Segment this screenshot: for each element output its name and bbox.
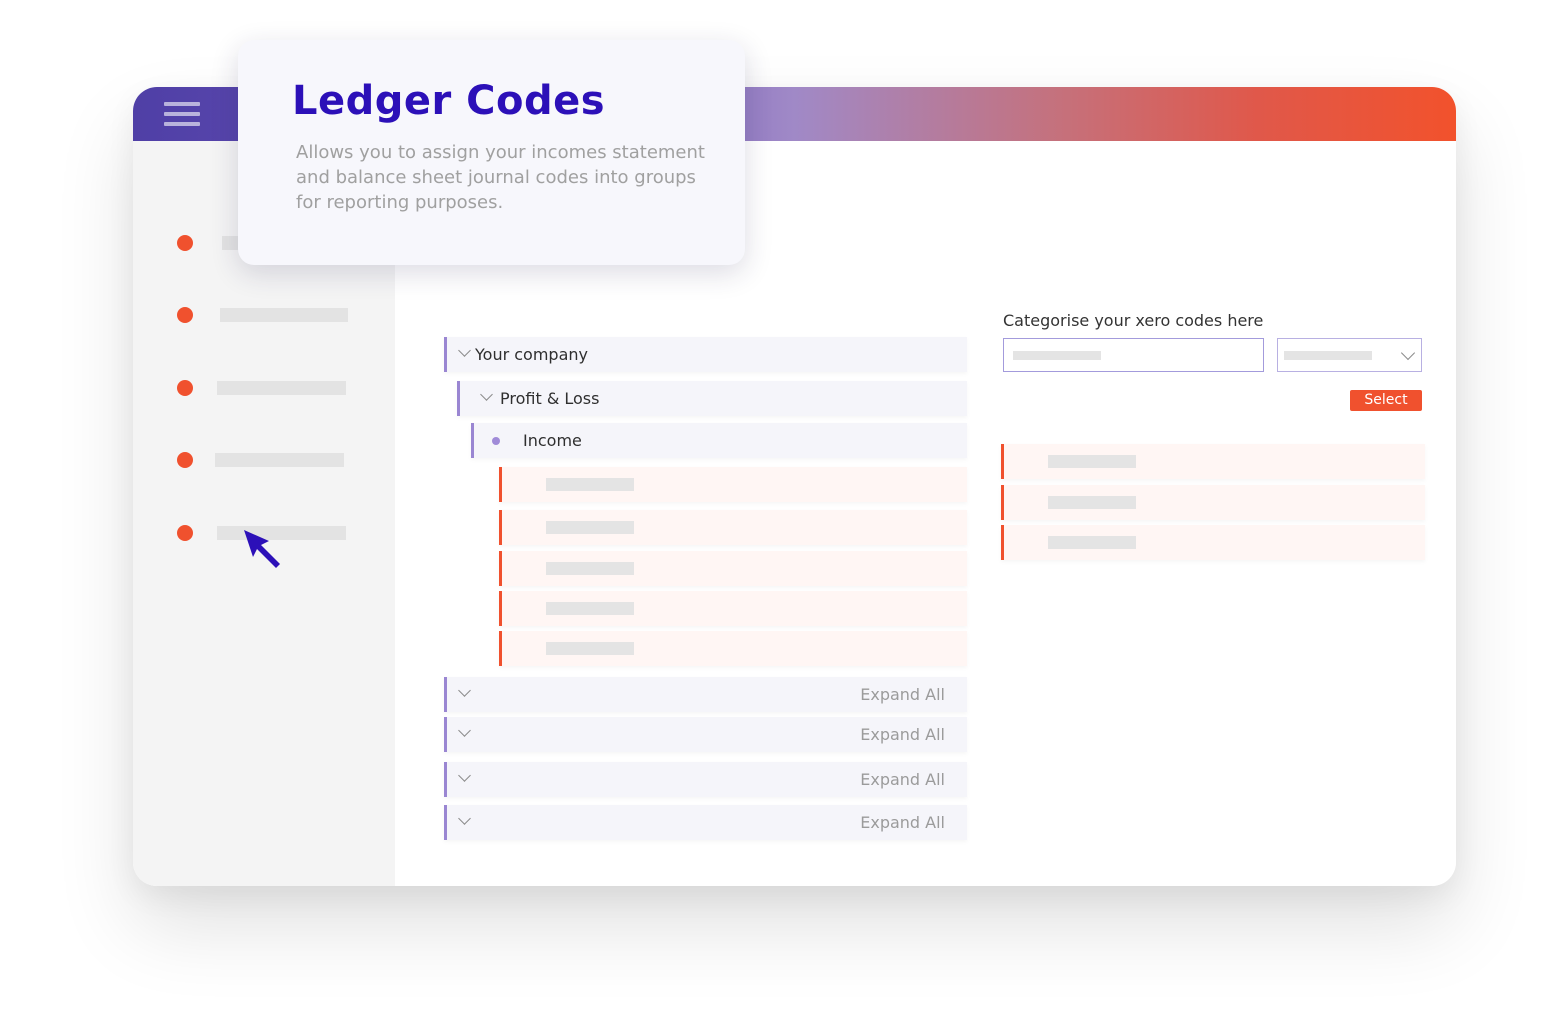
code-search-input[interactable] <box>1003 338 1264 372</box>
bullet-icon <box>492 437 500 445</box>
sidebar-item-placeholder <box>215 453 344 467</box>
code-placeholder <box>1048 455 1136 468</box>
ledger-codes-popover: Ledger Codes Allows you to assign your i… <box>238 40 745 265</box>
dropdown-placeholder <box>1284 351 1372 360</box>
chevron-down-icon[interactable] <box>458 724 471 737</box>
income-code-row[interactable] <box>499 591 967 626</box>
chevron-down-icon <box>1400 345 1416 361</box>
income-code-row[interactable] <box>499 551 967 586</box>
income-code-row[interactable] <box>499 510 967 545</box>
code-placeholder <box>546 521 634 534</box>
sidebar-item-2[interactable] <box>177 307 349 323</box>
code-placeholder <box>1048 536 1136 549</box>
chevron-down-icon[interactable] <box>480 388 493 401</box>
sidebar-item-4[interactable] <box>177 452 349 468</box>
tree-child-label: Profit & Loss <box>500 389 600 408</box>
income-code-row[interactable] <box>499 631 967 666</box>
select-button[interactable]: Select <box>1350 390 1422 411</box>
sidebar-item-3[interactable] <box>177 380 349 396</box>
chevron-down-icon[interactable] <box>458 684 471 697</box>
popover-description: Allows you to assign your incomes statem… <box>296 142 705 213</box>
sidebar-bullet-icon <box>177 380 193 396</box>
code-placeholder <box>546 642 634 655</box>
expand-all-link[interactable]: Expand All <box>860 813 945 832</box>
sidebar-bullet-icon <box>177 235 193 251</box>
selected-code-row[interactable] <box>1001 525 1425 560</box>
chevron-down-icon[interactable] <box>458 344 471 357</box>
selected-code-row[interactable] <box>1001 444 1425 479</box>
tree-leaf-label: Income <box>523 431 582 450</box>
code-placeholder <box>546 562 634 575</box>
sidebar-bullet-icon <box>177 307 193 323</box>
selected-code-row[interactable] <box>1001 485 1425 520</box>
mouse-pointer-icon <box>244 530 280 568</box>
code-placeholder <box>546 602 634 615</box>
tree-row-collapsed[interactable]: Expand All <box>444 677 967 712</box>
categorise-title: Categorise your xero codes here <box>1003 311 1264 330</box>
expand-all-link[interactable]: Expand All <box>860 685 945 704</box>
hamburger-menu-icon[interactable] <box>164 102 200 128</box>
category-dropdown[interactable] <box>1277 338 1422 372</box>
sidebar-item-placeholder <box>217 381 346 395</box>
chevron-down-icon[interactable] <box>458 769 471 782</box>
income-code-row[interactable] <box>499 467 967 502</box>
sidebar-bullet-icon <box>177 525 193 541</box>
sidebar-item-placeholder <box>220 308 348 322</box>
tree-row-your-company[interactable]: Your company <box>444 337 967 372</box>
code-placeholder <box>1048 496 1136 509</box>
tree-row-collapsed[interactable]: Expand All <box>444 717 967 752</box>
tree-row-collapsed[interactable]: Expand All <box>444 762 967 797</box>
tree-row-profit-loss[interactable]: Profit & Loss <box>457 381 967 416</box>
tree-row-collapsed[interactable]: Expand All <box>444 805 967 840</box>
expand-all-link[interactable]: Expand All <box>860 770 945 789</box>
expand-all-link[interactable]: Expand All <box>860 725 945 744</box>
tree-row-income[interactable]: Income <box>471 423 967 458</box>
input-placeholder <box>1013 351 1101 360</box>
popover-title: Ledger Codes <box>292 78 606 124</box>
sidebar-bullet-icon <box>177 452 193 468</box>
tree-root-label: Your company <box>475 345 588 364</box>
chevron-down-icon[interactable] <box>458 812 471 825</box>
code-placeholder <box>546 478 634 491</box>
